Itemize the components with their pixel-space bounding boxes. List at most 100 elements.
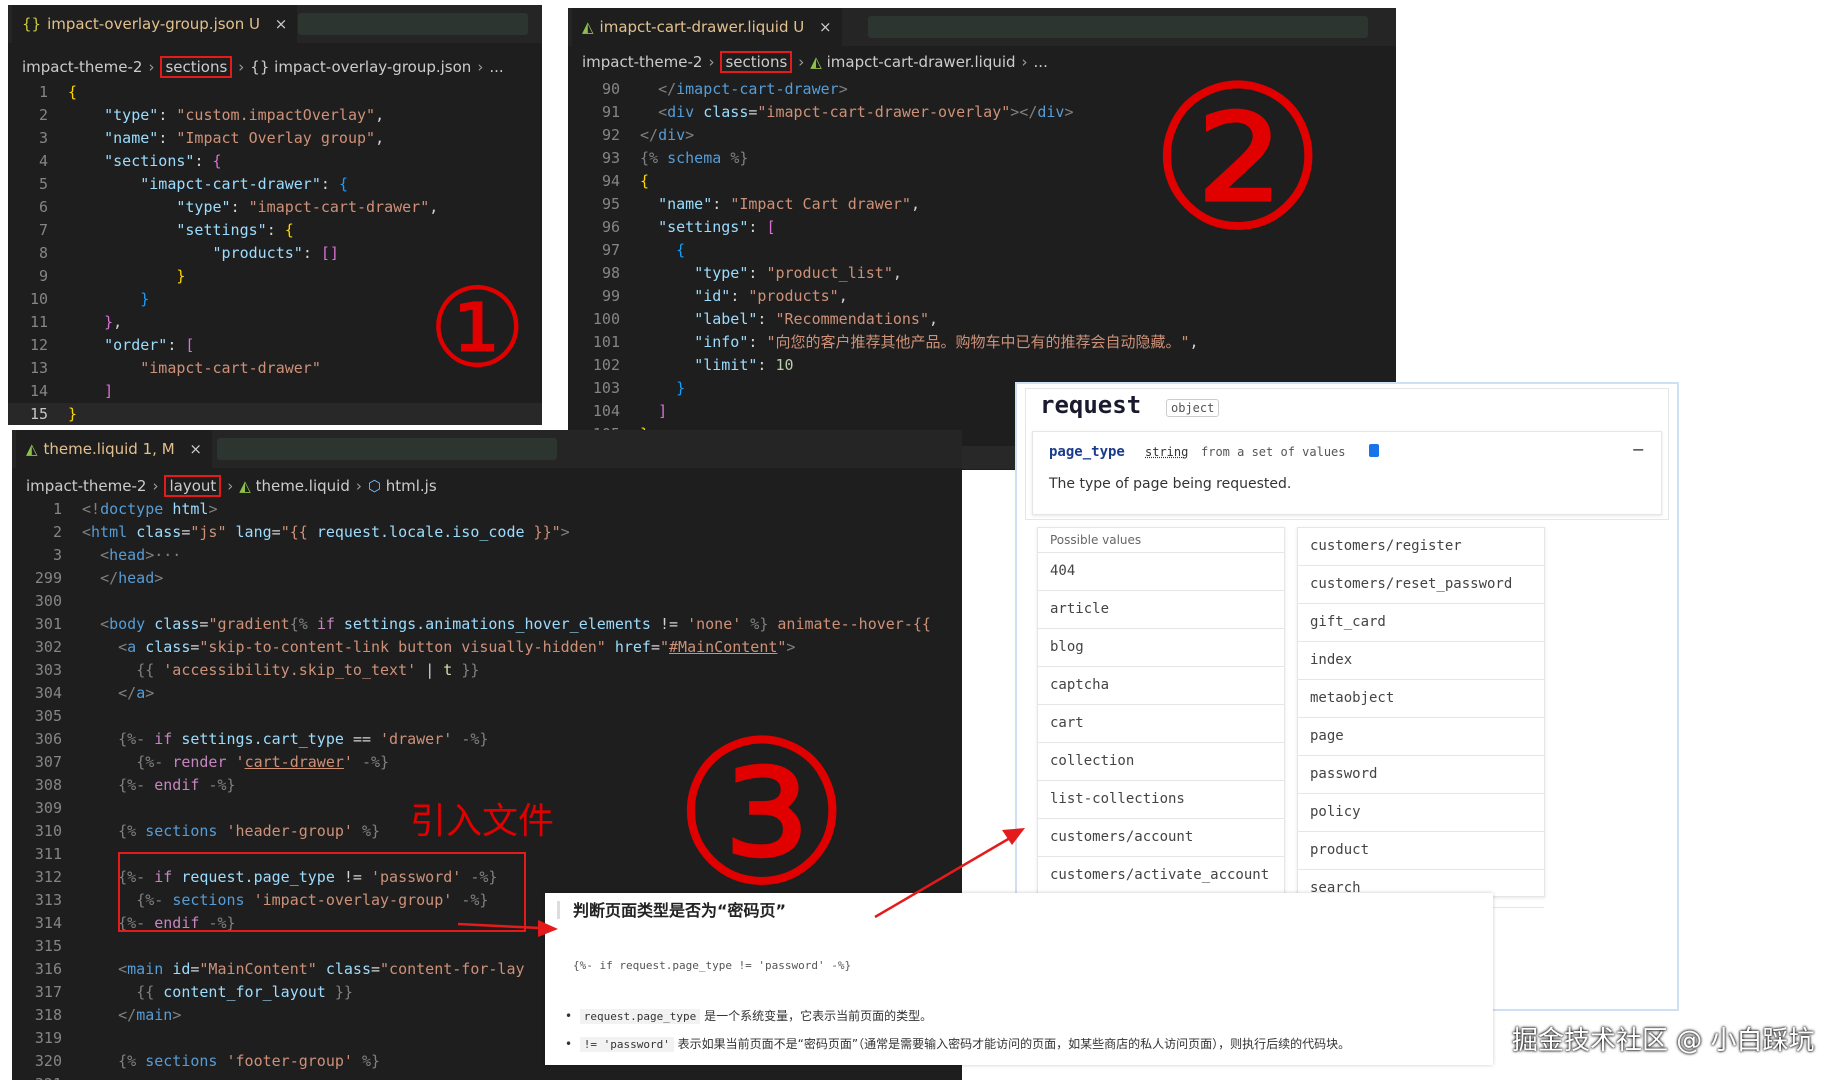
line-number: 319 [34,1029,62,1047]
line-number: 90 [601,80,620,98]
code-line[interactable]: 3 <head>··· [12,544,962,567]
breadcrumb-file[interactable]: theme.liquid [256,477,350,495]
code-text: <html class="js" lang="{{ request.locale… [82,523,570,541]
breadcrumb-folder[interactable]: layout [164,475,222,497]
code-line[interactable]: 299 </head> [12,567,962,590]
code-line[interactable]: 2 <html class="js" lang="{{ request.local… [12,521,962,544]
explanation-heading: 判断页面类型是否为“密码页” [573,901,787,920]
line-number: 307 [34,753,62,771]
bullet1-text: 是一个系统变量，它表示当前页面的类型。 [704,1009,933,1023]
code-line[interactable]: 100 "label": "Recommendations", [568,308,1396,331]
close-icon[interactable]: × [189,440,202,458]
breadcrumb-symbol[interactable]: html.js [386,477,437,495]
blurred-tab[interactable] [298,13,528,35]
line-number: 97 [601,241,620,259]
code-line[interactable]: 300 [12,590,962,613]
line-number: 311 [34,845,62,863]
code-text: "label": "Recommendations", [694,310,939,328]
code-line[interactable]: 302 <a class="skip-to-content-link butto… [12,636,962,659]
breadcrumb-root[interactable]: impact-theme-2 [582,53,702,71]
chevron-right-icon: › [798,53,805,71]
possible-value: blog [1038,629,1284,667]
chevron-right-icon: › [708,53,715,71]
line-number: 304 [34,684,62,702]
clipboard-icon[interactable] [1369,444,1379,457]
breadcrumb-more[interactable]: ... [1034,53,1048,71]
chevron-right-icon: › [152,477,159,495]
breadcrumb-folder[interactable]: sections [160,56,233,78]
breadcrumb-root[interactable]: impact-theme-2 [26,477,146,495]
code-line[interactable]: 99 "id": "products", [568,285,1396,308]
breadcrumb-folder[interactable]: sections [720,51,793,73]
annotation-include-text: 引入文件 [410,801,555,842]
line-number: 309 [34,799,62,817]
chevron-right-icon: › [148,58,155,76]
code-text: {% sections 'header-group' %} [118,822,381,840]
tab-impact-overlay-group[interactable]: {} impact-overlay-group.json U × [12,5,298,43]
code-line[interactable]: 7 "settings": { [8,219,542,242]
tab-theme-liquid[interactable]: ◭ theme.liquid 1, M × [16,430,212,468]
breadcrumb-more[interactable]: ... [489,58,503,76]
code-text: <div class="imapct-cart-drawer-overlay">… [658,103,1074,121]
line-number: 303 [34,661,62,679]
tab-imapct-cart-drawer[interactable]: ◭ imapct-cart-drawer.liquid U × [572,8,842,46]
code-line[interactable]: 321 [12,1073,962,1080]
breadcrumb-root[interactable]: impact-theme-2 [22,58,142,76]
code-text: {%- if settings.cart_type == 'drawer' -%… [118,730,489,748]
prop-type-suffix: from a set of values [1201,445,1346,459]
line-number: 301 [34,615,62,633]
editor-panel-overlay-group: {} impact-overlay-group.json U × impact-t… [8,5,542,425]
code-line[interactable]: 8 "products": [] [8,242,542,265]
code-line[interactable]: 15} [8,403,542,425]
close-icon[interactable]: × [275,15,288,33]
possible-values-header: Possible values [1038,528,1284,553]
code-text: "order": [ [104,336,195,354]
prop-type[interactable]: string [1145,445,1188,459]
annotation-three: ③ [672,698,852,931]
code-line[interactable]: 301 <body class="gradient{% if settings.… [12,613,962,636]
tab-label: imapct-cart-drawer.liquid [599,18,789,36]
code-text: "imapct-cart-drawer" [140,359,321,377]
close-icon[interactable]: × [819,18,832,36]
collapse-button[interactable]: − [1632,440,1645,459]
possible-value: customers/reset_password [1298,566,1544,604]
code-line[interactable]: 6 "type": "imapct-cart-drawer", [8,196,542,219]
code-text: </main> [118,1006,182,1024]
code-line[interactable]: 101 "info": "向您的客户推荐其他产品。购物车中已有的推荐会自动隐藏。… [568,331,1396,354]
bullet2-text: 表示如果当前页面不是“密码页面”（通常是需要输入密码才能访问的页面，如某些商店的… [677,1037,1351,1051]
breadcrumb-file[interactable]: {} impact-overlay-group.json [250,58,471,76]
line-number: 13 [29,359,48,377]
possible-value: cart [1038,705,1284,743]
prop-name[interactable]: page_type [1049,444,1125,460]
line-number: 300 [34,592,62,610]
code-text: {{ content_for_layout }} [136,983,353,1001]
bullet-dot: • [565,1009,580,1023]
blurred-tab[interactable] [868,16,1368,38]
code-text: {%- endif -%} [118,776,236,794]
blurred-tab[interactable] [217,438,557,460]
breadcrumb-file[interactable]: imapct-cart-drawer.liquid [827,53,1016,71]
code-text: "settings": { [176,221,294,239]
line-number: 99 [601,287,620,305]
code-line[interactable]: 1{ [8,81,542,104]
line-number: 3 [52,546,62,564]
explanation-panel: 判断页面类型是否为“密码页” {%- if request.page_type … [545,893,1493,1065]
line-number: 321 [12,1073,62,1080]
code-line[interactable]: 5 "imapct-cart-drawer": { [8,173,542,196]
line-number: 104 [592,402,620,420]
code-line[interactable]: 1 <!doctype html> [12,498,962,521]
line-number: 318 [34,1006,62,1024]
line-number: 15 [29,405,48,423]
code-line[interactable]: 3 "name": "Impact Overlay group", [8,127,542,150]
code-line[interactable]: 4 "sections": { [8,150,542,173]
breadcrumb: impact-theme-2 › layout › ◭ theme.liquid › ⬡ h… [12,472,962,500]
bullet1-code: request.page_type [579,1009,701,1024]
code-text: "sections": { [104,152,222,170]
code-text: "name": "Impact Overlay group", [104,129,385,147]
chevron-right-icon: › [477,58,484,76]
code-line[interactable]: 303 {{ 'accessibility.skip_to_text' | t … [12,659,962,682]
code-line[interactable]: 102 "limit": 10 [568,354,1396,377]
chevron-right-icon: › [227,477,234,495]
code-line[interactable]: 2 "type": "custom.impactOverlay", [8,104,542,127]
chevron-right-icon: › [238,58,245,76]
